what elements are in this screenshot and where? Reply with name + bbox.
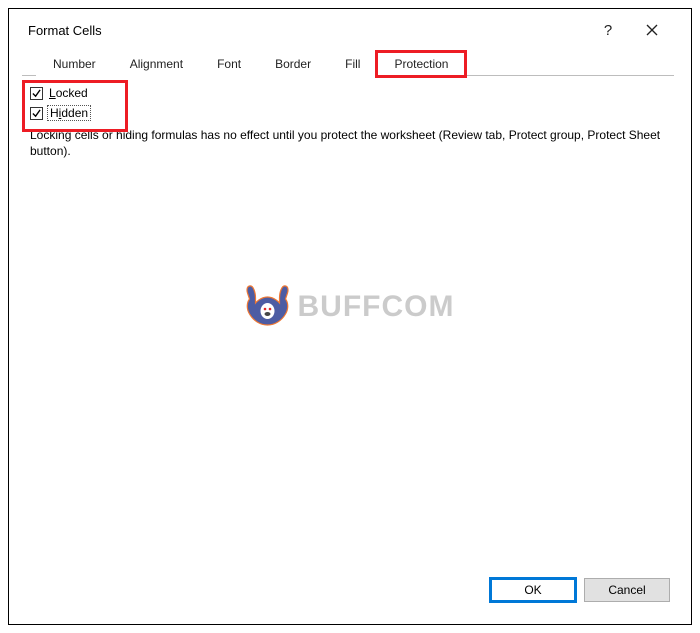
watermark: BUFFCOM — [242, 281, 455, 333]
locked-checkbox[interactable] — [30, 87, 43, 100]
buffcom-logo-icon — [242, 281, 294, 333]
tab-fill[interactable]: Fill — [328, 52, 377, 76]
hidden-checkbox[interactable] — [30, 107, 43, 120]
close-icon — [646, 24, 658, 36]
protection-info-text: Locking cells or hiding formulas has no … — [30, 127, 666, 159]
button-bar: OK Cancel — [12, 568, 684, 616]
locked-checkbox-row[interactable]: Locked — [30, 86, 666, 100]
tab-font[interactable]: Font — [200, 52, 258, 76]
titlebar: Format Cells ? — [12, 12, 684, 50]
hidden-checkbox-row[interactable]: Hidden — [30, 105, 666, 121]
tab-number[interactable]: Number — [36, 52, 113, 76]
format-cells-dialog: Format Cells ? Number Alignment Font Bor… — [12, 12, 684, 616]
help-button[interactable]: ? — [586, 16, 630, 44]
ok-button[interactable]: OK — [490, 578, 576, 602]
checkmark-icon — [32, 109, 41, 118]
tab-content: Locked Hidden Locking cells or hiding fo… — [12, 76, 684, 568]
checkmark-icon — [32, 89, 41, 98]
protection-checkboxes: Locked Hidden — [30, 86, 666, 121]
tab-bar: Number Alignment Font Border Fill Protec… — [22, 50, 674, 76]
dialog-title: Format Cells — [28, 23, 586, 38]
watermark-text: BUFFCOM — [298, 290, 455, 324]
outer-frame: Format Cells ? Number Alignment Font Bor… — [8, 8, 692, 625]
hidden-label: Hidden — [47, 105, 91, 121]
tab-alignment[interactable]: Alignment — [113, 52, 200, 76]
tab-protection[interactable]: Protection — [377, 52, 465, 76]
tab-border[interactable]: Border — [258, 52, 328, 76]
cancel-button[interactable]: Cancel — [584, 578, 670, 602]
locked-label: Locked — [49, 86, 88, 100]
close-button[interactable] — [630, 16, 674, 44]
